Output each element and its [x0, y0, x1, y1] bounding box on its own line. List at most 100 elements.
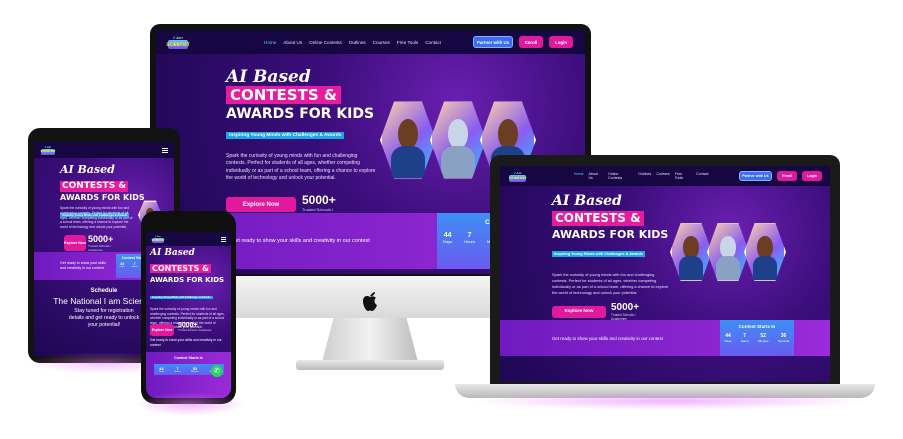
- trusted-block: 5000+ Trusted Schools / Academies: [88, 234, 120, 252]
- countdown-title: Contest Starts In: [174, 356, 203, 360]
- cd-days: 44 Days: [158, 366, 164, 373]
- robot-photo: [430, 101, 486, 179]
- site-logo[interactable]: I Am SCIENTIST: [40, 146, 56, 155]
- hero-text: AI Based CONTESTS & AWARDS FOR KIDS Insp…: [552, 194, 672, 321]
- explore-button[interactable]: Explore Now: [226, 197, 296, 213]
- cd-hours: 7 Hours: [174, 366, 181, 373]
- trusted-count: 5000+: [178, 322, 198, 329]
- site-logo[interactable]: I Am SCIENTIST: [166, 35, 190, 49]
- nav-home[interactable]: Home: [574, 172, 584, 180]
- band-text: Get ready to show your skills and creati…: [150, 338, 222, 347]
- laptop-screen: I Am SCIENTIST Home About Us Online Cont…: [500, 166, 830, 382]
- hero-tagline: Inspiring Young Minds with Challenges & …: [226, 132, 345, 139]
- nav-links: Home About Us Online Contests Outlines C…: [574, 172, 709, 180]
- countdown-row: 44Days 7Hours 52Minutes 36Seconds: [720, 333, 794, 343]
- band-text: Get ready to show your skills and creati…: [552, 335, 663, 341]
- hero-actions: Explore Now 5000+ Trusted Schools / Acad…: [552, 302, 672, 321]
- apple-logo-icon: [363, 292, 377, 311]
- laptop-glow: [470, 392, 870, 410]
- nav-home[interactable]: Home: [264, 40, 276, 45]
- nav-courses[interactable]: Courses: [656, 172, 669, 180]
- enroll-button[interactable]: Enroll: [519, 36, 544, 48]
- site-logo[interactable]: I Am SCIENTIST: [151, 235, 165, 243]
- logo-top: I Am: [514, 170, 522, 175]
- hero-tagline: Inspiring Young Minds with Challenges & …: [150, 296, 213, 299]
- laptop-nav: I Am SCIENTIST Home About Us Online Cont…: [500, 166, 830, 186]
- band-text: Get ready to show your skills and creati…: [60, 261, 106, 270]
- nav-courses[interactable]: Courses: [373, 40, 390, 45]
- countdown-box: Contest Starts In 44Days 7Hours 52Minute…: [720, 320, 794, 356]
- nav-contests[interactable]: Online Contests: [608, 172, 633, 180]
- hero-title-awards: AWARDS FOR KIDS: [150, 276, 225, 284]
- partner-button[interactable]: Partner with Us: [473, 36, 514, 48]
- whatsapp-icon[interactable]: ✆: [211, 365, 223, 377]
- countdown-title: Contest Starts In: [738, 324, 776, 329]
- hero-title-contests: CONTESTS &: [150, 264, 212, 273]
- hero-description: Spark the curiosity of young minds with …: [60, 206, 133, 230]
- cd-seconds: 36Seconds: [777, 333, 790, 343]
- monitor-stand-neck: [322, 318, 418, 362]
- cd-days: 44 Days: [119, 262, 125, 268]
- cd-minutes: 52Minutes: [191, 366, 199, 373]
- hero-title-contests: CONTESTS &: [226, 86, 341, 104]
- nav-contact[interactable]: Contact: [425, 40, 441, 45]
- trusted-block: 5000+ Trusted Schools / Academies: [611, 302, 651, 321]
- logo-tv-icon: SCIENTIST: [151, 238, 165, 243]
- partner-button[interactable]: Partner with Us: [738, 171, 773, 181]
- enroll-button[interactable]: Enroll: [777, 171, 798, 181]
- hero-title-awards: AWARDS FOR KIDS: [226, 106, 375, 122]
- hero-title-contests: CONTESTS &: [60, 181, 129, 192]
- tablet-nav: I Am SCIENTIST: [34, 142, 174, 158]
- trusted-label: Trusted Schools / Academies: [178, 329, 212, 332]
- hero-title-awards: AWARDS FOR KIDS: [552, 228, 669, 241]
- hero-text: AI Based CONTESTS & AWARDS FOR KIDS Insp…: [226, 68, 376, 217]
- hero-title-contests: CONTESTS &: [552, 211, 644, 226]
- nav-links: Home About Us Online Contests Outlines C…: [264, 40, 441, 45]
- hamburger-menu-icon[interactable]: [162, 147, 168, 154]
- device-mockup-stage: I Am SCIENTIST Home About Us Online Cont…: [0, 0, 903, 439]
- trusted-count: 5000+: [611, 302, 640, 313]
- login-button[interactable]: Login: [802, 171, 823, 181]
- nav-about[interactable]: About Us: [588, 172, 603, 180]
- robot-photo: [707, 223, 749, 281]
- login-button[interactable]: Login: [549, 36, 574, 48]
- hero-description: Spark the curiosity of young minds with …: [552, 272, 669, 295]
- logo-tv-icon: SCIENTIST: [166, 40, 190, 49]
- phone-screen: I Am SCIENTIST AI Based CONTESTS & AWARD…: [146, 232, 231, 398]
- nav-tools[interactable]: Free Tools: [675, 172, 691, 180]
- phone-glow: [135, 392, 245, 416]
- hero-photos: [670, 222, 786, 282]
- explore-button[interactable]: Explore Now: [64, 235, 86, 251]
- nav-tools[interactable]: Free Tools: [397, 40, 418, 45]
- cd-days: 44 Days: [724, 333, 732, 343]
- phone-nav: I Am SCIENTIST: [146, 232, 231, 246]
- monitor-nav: I Am SCIENTIST Home About Us Online Cont…: [156, 30, 585, 54]
- trusted-label: Trusted Schools / Academies: [88, 244, 112, 252]
- schedule-subtext: Stay tuned for registration details and …: [68, 308, 140, 328]
- kid-photo-1: [380, 101, 436, 179]
- hero-title-ai: AI Based: [552, 193, 622, 209]
- nav-contests[interactable]: Online Contests: [309, 40, 342, 45]
- hero-title-awards: AWARDS FOR KIDS: [60, 193, 145, 202]
- nav-about[interactable]: About Us: [283, 40, 302, 45]
- hero-text: AI Based CONTESTS & AWARDS FOR KIDS Insp…: [150, 249, 230, 330]
- site-logo[interactable]: I Am SCIENTIST: [508, 171, 528, 182]
- explore-button[interactable]: Explore Now: [552, 305, 606, 318]
- trusted-count: 5000+: [88, 234, 114, 244]
- cd-hours: 7 Hours: [740, 333, 749, 343]
- hero-description: Spark the curiosity of young minds with …: [226, 153, 376, 182]
- hamburger-menu-icon[interactable]: [221, 236, 226, 243]
- band-text: Get ready to show your skills and creati…: [231, 238, 370, 244]
- hero-title-ai: AI Based: [150, 248, 195, 258]
- explore-button[interactable]: Explore Now: [150, 324, 174, 336]
- logo-tv-icon: SCIENTIST: [509, 174, 527, 182]
- nav-contact[interactable]: Contact: [696, 172, 708, 180]
- kid-photo-2: [744, 223, 786, 281]
- hero-title-ai: AI Based: [226, 67, 311, 87]
- nav-outlines[interactable]: Outlines: [349, 40, 366, 45]
- logo-tv-icon: SCIENTIST: [40, 148, 56, 155]
- cd-hours: 7 Hours: [131, 262, 138, 268]
- hero-tagline: Inspiring Young Minds with Challenges & …: [552, 251, 645, 257]
- nav-outlines[interactable]: Outlines: [638, 172, 651, 180]
- kid-photo-1: [670, 223, 712, 281]
